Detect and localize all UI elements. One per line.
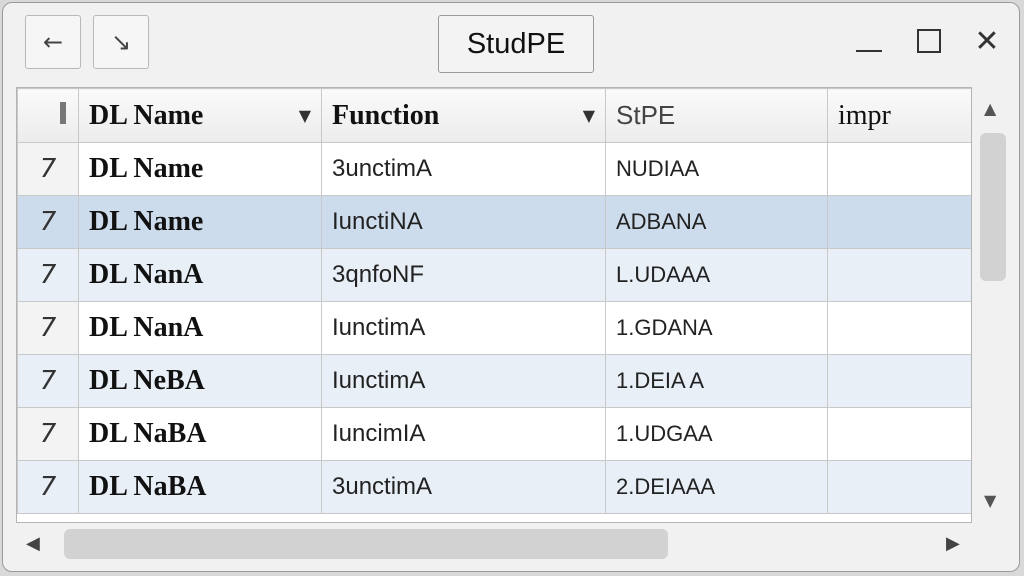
close-icon: ✕ [974, 23, 1000, 59]
cell-dl-name[interactable]: DL Name [78, 195, 322, 249]
cell-function[interactable]: IunctiNA [321, 195, 606, 249]
cell-function[interactable]: 3unctimA [321, 142, 606, 196]
scroll-right-icon[interactable]: ▶ [946, 533, 960, 554]
column-header-label: StPE [616, 100, 676, 130]
cell-stpe[interactable]: 1.DEIA A [605, 354, 828, 408]
cell-stpe[interactable]: 1.GDANA [605, 301, 828, 355]
selector-bar-icon [60, 102, 66, 124]
close-button[interactable]: ✕ [967, 21, 1007, 61]
table-row[interactable]: 7 DL Name 3unctimA NUDIAA [17, 142, 971, 196]
table-row[interactable]: 7 DL NaBA 3unctimA 2.DEIAAA [17, 460, 971, 514]
app-window: ← ↘ StudPE ✕ DL Name ▼ Function ▼ StPE i… [2, 2, 1020, 572]
cell-impr[interactable] [827, 354, 971, 408]
column-header-label: DL Name [89, 99, 204, 131]
row-selector[interactable]: 7 [17, 354, 79, 408]
restore-down-icon: ↘ [110, 28, 132, 56]
scroll-up-icon[interactable]: ▲ [984, 99, 996, 118]
minimize-button[interactable] [849, 21, 889, 61]
vertical-scrollbar[interactable]: ▲ ▼ [978, 93, 1008, 521]
row-selector[interactable]: 7 [17, 248, 79, 302]
cell-impr[interactable] [827, 248, 971, 302]
cell-function[interactable]: 3unctimA [321, 460, 606, 514]
back-button[interactable]: ← [25, 15, 81, 69]
cell-impr[interactable] [827, 142, 971, 196]
dropdown-arrow-icon[interactable]: ▼ [583, 106, 595, 125]
collapse-button[interactable]: ↘ [93, 15, 149, 69]
table-row[interactable]: 7 DL NanA IunctimA 1.GDANA [17, 301, 971, 355]
row-selector[interactable]: 7 [17, 301, 79, 355]
cell-dl-name[interactable]: DL NaBA [78, 460, 322, 514]
cell-impr[interactable] [827, 301, 971, 355]
column-header-impr[interactable]: impr [827, 88, 971, 143]
row-selector-header[interactable] [17, 88, 79, 143]
minimize-icon [856, 50, 882, 52]
row-selector[interactable]: 7 [17, 407, 79, 461]
cell-stpe[interactable]: 2.DEIAAA [605, 460, 828, 514]
cell-impr[interactable] [827, 195, 971, 249]
cell-stpe[interactable]: L.UDAAA [605, 248, 828, 302]
horizontal-scroll-thumb[interactable] [64, 529, 668, 559]
cell-stpe[interactable]: NUDIAA [605, 142, 828, 196]
table-row-selected[interactable]: 7 DL Name IunctiNA ADBANA [17, 195, 971, 249]
dropdown-arrow-icon[interactable]: ▼ [299, 106, 311, 125]
cell-stpe[interactable]: ADBANA [605, 195, 828, 249]
data-grid: DL Name ▼ Function ▼ StPE impr 7 DL Name 3… [16, 87, 972, 523]
scroll-down-icon[interactable]: ▼ [984, 491, 996, 510]
scroll-left-icon[interactable]: ◀ [26, 533, 40, 554]
row-selector[interactable]: 7 [17, 195, 79, 249]
column-header-dl-name[interactable]: DL Name ▼ [78, 88, 322, 143]
maximize-icon [917, 29, 941, 53]
cell-function[interactable]: IuncimIA [321, 407, 606, 461]
back-arrow-icon: ← [42, 28, 64, 56]
cell-dl-name[interactable]: DL Name [78, 142, 322, 196]
column-header-label: impr [838, 99, 891, 131]
cell-dl-name[interactable]: DL NanA [78, 301, 322, 355]
row-selector[interactable]: 7 [17, 142, 79, 196]
cell-impr[interactable] [827, 460, 971, 514]
cell-function[interactable]: 3qnfoNF [321, 248, 606, 302]
table-row[interactable]: 7 DL NeBA IunctimA 1.DEIA A [17, 354, 971, 408]
cell-impr[interactable] [827, 407, 971, 461]
horizontal-scrollbar[interactable]: ◀ ▶ [16, 527, 972, 563]
dll-table: DL Name ▼ Function ▼ StPE impr 7 DL Name 3… [17, 88, 971, 514]
cell-dl-name[interactable]: DL NaBA [78, 407, 322, 461]
maximize-button[interactable] [909, 21, 949, 61]
row-selector[interactable]: 7 [17, 460, 79, 514]
cell-dl-name[interactable]: DL NeBA [78, 354, 322, 408]
column-header-label: Function [332, 99, 440, 131]
cell-stpe[interactable]: 1.UDGAA [605, 407, 828, 461]
header-row: DL Name ▼ Function ▼ StPE impr [17, 88, 971, 143]
window-title: StudPE [438, 15, 594, 73]
vertical-scroll-thumb[interactable] [980, 133, 1006, 281]
cell-function[interactable]: IunctimA [321, 301, 606, 355]
table-row[interactable]: 7 DL NaBA IuncimIA 1.UDGAA [17, 407, 971, 461]
column-header-function[interactable]: Function ▼ [321, 88, 606, 143]
column-header-stpe[interactable]: StPE [605, 88, 828, 143]
title-bar: ← ↘ StudPE ✕ [3, 3, 1019, 87]
cell-function[interactable]: IunctimA [321, 354, 606, 408]
table-row[interactable]: 7 DL NanA 3qnfoNF L.UDAAA [17, 248, 971, 302]
cell-dl-name[interactable]: DL NanA [78, 248, 322, 302]
